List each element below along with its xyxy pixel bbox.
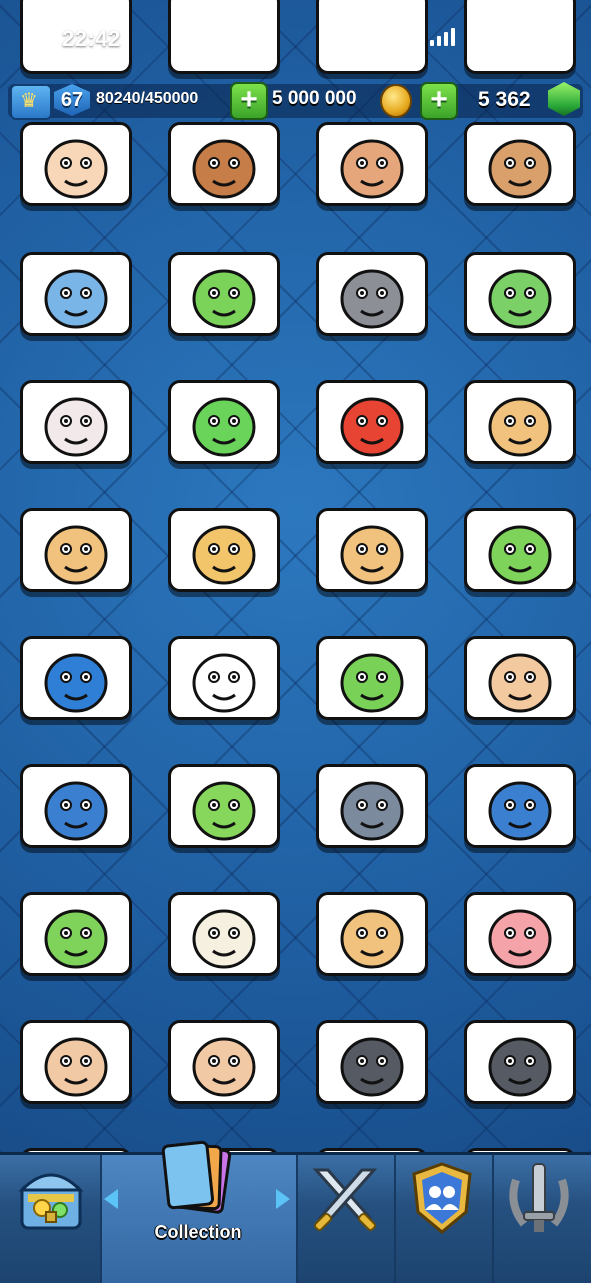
emote-card[interactable] xyxy=(316,636,428,720)
knight-holding-bottle-emote-icon xyxy=(44,525,108,585)
nav-battle[interactable] xyxy=(306,1164,384,1241)
emote-card[interactable] xyxy=(168,636,280,720)
nav-events[interactable] xyxy=(504,1160,574,1241)
fist-holding-flag-emote-icon xyxy=(192,525,256,585)
add-gems-button[interactable]: + xyxy=(420,82,458,120)
emote-card[interactable] xyxy=(168,764,280,848)
nav-collection-label: Collection xyxy=(154,1222,242,1242)
battery-icon: 30 xyxy=(510,28,548,50)
princess-trumpet-emote-icon xyxy=(488,653,552,713)
blue-wolf-electric-emote-icon xyxy=(44,653,108,713)
nav-shop[interactable] xyxy=(18,1160,84,1241)
rabbit-costume-emote-icon xyxy=(44,397,108,457)
status-bar: 22:42 5G 30 xyxy=(0,26,591,56)
emote-card[interactable] xyxy=(168,1020,280,1104)
goblin-fishing-emote-icon xyxy=(192,781,256,841)
emote-card[interactable] xyxy=(316,892,428,976)
nav-left-arrow-icon[interactable] xyxy=(104,1189,118,1209)
emote-card[interactable] xyxy=(464,508,576,592)
bottom-navigation xyxy=(0,1152,591,1283)
emote-card[interactable] xyxy=(464,1020,576,1104)
resource-bar: 67 80240/450000 + 5 000 000 + 5 362 xyxy=(0,80,591,120)
emote-card[interactable] xyxy=(316,1020,428,1104)
emote-card[interactable] xyxy=(168,380,280,464)
dazed-miner-emote-icon xyxy=(44,1037,108,1097)
skeleton-burst-emote-icon xyxy=(192,653,256,713)
pirate-hog-emote-icon xyxy=(488,909,552,969)
emote-card[interactable] xyxy=(168,892,280,976)
experience-counter: 80240/450000 xyxy=(96,90,199,107)
wizard-saluting-emote-icon xyxy=(44,781,108,841)
gold-amount: 5 000 000 xyxy=(272,88,357,109)
knight-tea-cup-emote-icon xyxy=(340,525,404,585)
emote-card[interactable] xyxy=(464,764,576,848)
miner-smoking-emote-icon xyxy=(192,1037,256,1097)
wizard-splash-emote-icon xyxy=(488,781,552,841)
emote-card[interactable] xyxy=(20,122,132,206)
angry-fighter-emote-icon xyxy=(192,139,256,199)
nav-clan[interactable] xyxy=(410,1162,474,1241)
night-witch-heart-emote-icon xyxy=(340,1037,404,1097)
musketeer-kiss-emote-icon xyxy=(340,139,404,199)
emote-card[interactable] xyxy=(316,380,428,464)
cheering-princess-emote-icon xyxy=(44,139,108,199)
laurel-sword-events-icon xyxy=(509,1163,569,1232)
thinking-treasure-emote-icon xyxy=(340,909,404,969)
emote-card[interactable] xyxy=(168,122,280,206)
goblin-flex-arm-emote-icon xyxy=(192,397,256,457)
flower-pot-emote-icon xyxy=(488,269,552,329)
kissing-blob-emote-icon xyxy=(488,525,552,585)
emote-card[interactable] xyxy=(316,508,428,592)
fisherman-fish-emote-icon xyxy=(340,781,404,841)
emote-card[interactable] xyxy=(464,892,576,976)
cards-collection-icon xyxy=(161,1140,232,1214)
spiked-tower-emote-icon xyxy=(488,139,552,199)
skull-crossbones-emote-icon xyxy=(192,909,256,969)
emote-card[interactable] xyxy=(316,764,428,848)
baby-dragon-egg-emote-icon xyxy=(192,269,256,329)
emote-card[interactable] xyxy=(20,892,132,976)
emote-card[interactable] xyxy=(20,764,132,848)
pekka-flower-emote-icon xyxy=(340,269,404,329)
network-type: 5G xyxy=(470,28,496,49)
goblin-pirate-laughing-emote-icon xyxy=(44,909,108,969)
emote-card[interactable] xyxy=(464,122,576,206)
baby-dragon-breath-emote-icon xyxy=(340,653,404,713)
emote-card[interactable] xyxy=(464,380,576,464)
signal-icon xyxy=(430,28,455,46)
clan-shield-icon xyxy=(412,1162,472,1234)
crossed-swords-battle-icon xyxy=(312,1168,378,1231)
gems-amount: 5 362 xyxy=(478,88,531,111)
emote-card[interactable] xyxy=(464,636,576,720)
add-gold-button[interactable]: + xyxy=(230,82,268,120)
emote-card[interactable] xyxy=(316,122,428,206)
king-level-icon[interactable] xyxy=(10,84,52,120)
emote-card[interactable] xyxy=(20,508,132,592)
knight-thumbs-up-emote-icon xyxy=(488,397,552,457)
emote-card[interactable] xyxy=(20,1020,132,1104)
crying-tower-emote-icon xyxy=(44,269,108,329)
emote-card[interactable] xyxy=(316,252,428,336)
chest-shop-icon xyxy=(18,1173,84,1230)
emote-card[interactable] xyxy=(168,252,280,336)
emote-card[interactable] xyxy=(20,636,132,720)
nav-right-arrow-icon[interactable] xyxy=(276,1189,290,1209)
night-witch-emote-icon xyxy=(488,1037,552,1097)
emote-card[interactable] xyxy=(20,252,132,336)
emote-card[interactable] xyxy=(20,380,132,464)
nav-collection[interactable] xyxy=(156,1140,240,1225)
emote-card[interactable] xyxy=(464,252,576,336)
angry-red-goblin-emote-icon xyxy=(340,397,404,457)
gold-coin-icon xyxy=(380,84,412,118)
emote-card[interactable] xyxy=(168,508,280,592)
status-time: 22:42 xyxy=(62,26,121,51)
emote-grid xyxy=(0,0,591,1160)
